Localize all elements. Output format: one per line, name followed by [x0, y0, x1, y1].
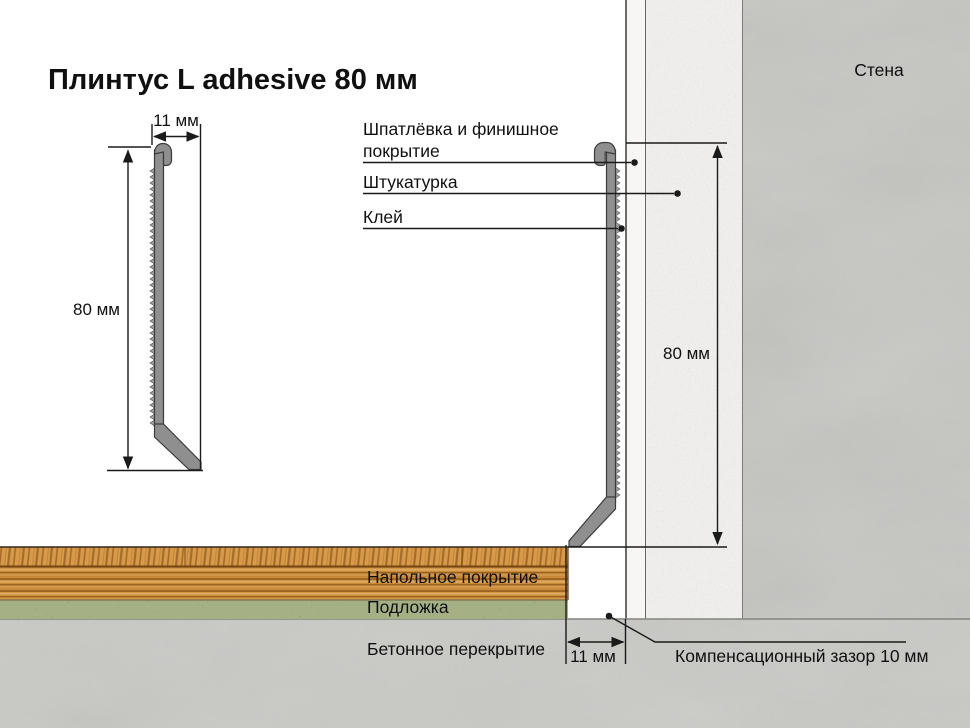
stucco-texture [645, 0, 742, 619]
gap-note-label: Компенсационный зазор 10 мм [675, 646, 929, 666]
plaster-callout: Штукатурка [363, 172, 458, 192]
gap-leader-dot [606, 613, 613, 620]
skirting-diagram: Плинтус L adhesive 80 мм 11 мм 80 мм Шпа… [0, 0, 970, 728]
diagram-canvas: Плинтус L adhesive 80 мм 11 мм 80 мм Шпа… [0, 0, 970, 728]
left-profile-bar [155, 150, 164, 426]
profile-height-dim-label: 80 мм [73, 300, 120, 319]
floor-covering-face [0, 547, 568, 566]
concrete-slab-speckle [0, 619, 970, 728]
concrete-wall-speckle [742, 0, 970, 619]
putty-callout-line1: Шпатлёвка и финишное [363, 119, 559, 139]
glue-callout: Клей [363, 207, 403, 227]
putty-leader-dot [631, 159, 638, 166]
slab-label: Бетонное перекрытие [367, 639, 545, 659]
floor-covering-label: Напольное покрытие [367, 567, 538, 587]
putty-layer [626, 0, 645, 619]
plaster-leader-dot [674, 190, 681, 197]
left-profile-serration [150, 168, 155, 426]
profile-width-dim-label: 11 мм [153, 111, 199, 130]
left-profile-foot [155, 424, 202, 470]
underlay-label: Подложка [367, 597, 449, 617]
installed-profile-serration [616, 168, 621, 498]
installed-profile-bar [607, 150, 616, 503]
base-dim-label: 11 мм [570, 647, 616, 666]
installed-profile-foot [569, 497, 616, 547]
page-title: Плинтус L adhesive 80 мм [48, 64, 418, 96]
glue-leader-dot [618, 225, 625, 232]
installed-height-dim-label: 80 мм [663, 344, 710, 363]
wall-label: Стена [854, 60, 904, 80]
putty-callout-line2: покрытие [363, 141, 440, 161]
underlay-texture [0, 600, 568, 619]
